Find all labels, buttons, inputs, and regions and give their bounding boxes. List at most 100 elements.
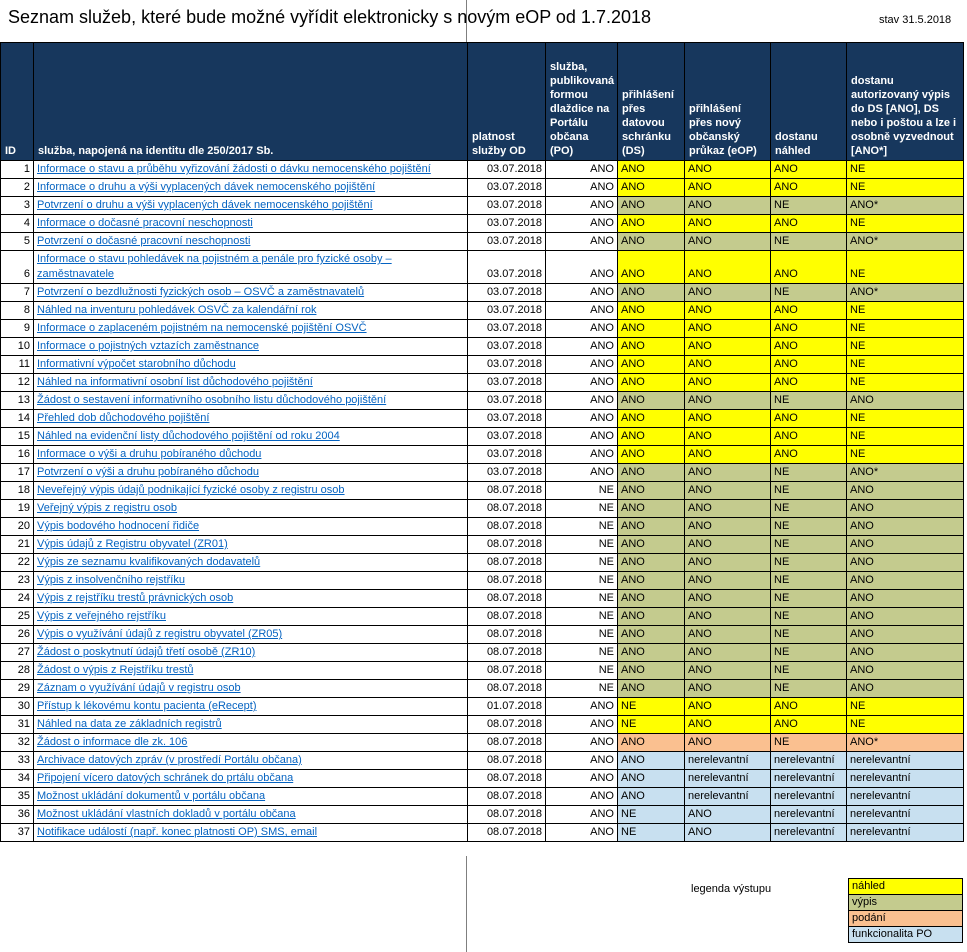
service-link[interactable]: Informace o dočasné pracovní neschopnost…: [37, 217, 253, 229]
ds-cell: ANO: [617, 301, 685, 320]
service-link[interactable]: Informativní výpočet starobního důchodu: [37, 358, 236, 370]
ds-cell: ANO: [617, 337, 685, 356]
service-link[interactable]: Výpis o využívání údajů z registru obyva…: [37, 628, 282, 640]
table-row: 25 Výpis z veřejného rejstříku 08.07.201…: [0, 607, 964, 626]
service-link[interactable]: Informace o výši a druhu pobíraného důch…: [37, 448, 261, 460]
table-row: 18 Neveřejný výpis údajů podnikající fyz…: [0, 481, 964, 500]
column-gridline-bottom: [466, 856, 467, 952]
ds-cell: ANO: [617, 283, 685, 302]
po-cell: ANO: [545, 160, 618, 179]
preview-cell: nerelevantní: [770, 787, 847, 806]
service-link[interactable]: Potvrzení o druhu a výši vyplacených dáv…: [37, 199, 373, 211]
row-id: 34: [0, 769, 34, 788]
row-id: 5: [0, 232, 34, 251]
table-row: 5 Potvrzení o dočasné pracovní neschopno…: [0, 232, 964, 251]
service-link[interactable]: Informace o pojistných vztazích zaměstna…: [37, 340, 259, 352]
preview-cell: ANO: [770, 355, 847, 374]
valid-from-cell: 03.07.2018: [467, 232, 546, 251]
service-link[interactable]: Výpis z insolvenčního rejstříku: [37, 574, 185, 586]
valid-from-cell: 01.07.2018: [467, 697, 546, 716]
service-link[interactable]: Žádost o informace dle zk. 106: [37, 736, 187, 748]
preview-cell: NE: [770, 553, 847, 572]
service-link[interactable]: Přístup k lékovému kontu pacienta (eRece…: [37, 700, 257, 712]
ds-cell: ANO: [617, 178, 685, 197]
service-cell: Žádost o sestavení informativního osobní…: [33, 391, 468, 410]
valid-from-cell: 03.07.2018: [467, 337, 546, 356]
preview-cell: NE: [770, 499, 847, 518]
service-link[interactable]: Veřejný výpis z registru osob: [37, 502, 177, 514]
extract-cell: NE: [846, 445, 964, 464]
table-row: 26 Výpis o využívání údajů z registru ob…: [0, 625, 964, 644]
extract-cell: NE: [846, 409, 964, 428]
service-link[interactable]: Přehled dob důchodového pojištění: [37, 412, 209, 424]
row-id: 28: [0, 661, 34, 680]
service-link[interactable]: Informace o zaplaceném pojistném na nemo…: [37, 322, 367, 334]
legend-label: legenda výstupu: [691, 883, 772, 895]
extract-cell: ANO: [846, 481, 964, 500]
extract-cell: ANO: [846, 391, 964, 410]
eop-cell: ANO: [684, 427, 771, 446]
row-id: 7: [0, 283, 34, 302]
preview-cell: ANO: [770, 319, 847, 338]
extract-cell: NE: [846, 214, 964, 233]
service-link[interactable]: Informace o stavu pohledávek na pojistné…: [37, 253, 392, 280]
eop-cell: ANO: [684, 643, 771, 662]
service-link[interactable]: Potvrzení o bezdlužnosti fyzických osob …: [37, 286, 364, 298]
service-link[interactable]: Náhled na inventuru pohledávek OSVČ za k…: [37, 304, 316, 316]
table-row: 19 Veřejný výpis z registru osob 08.07.2…: [0, 499, 964, 518]
po-cell: ANO: [545, 805, 618, 824]
ds-cell: ANO: [617, 409, 685, 428]
extract-cell: NE: [846, 355, 964, 374]
service-link[interactable]: Výpis ze seznamu kvalifikovaných dodavat…: [37, 556, 260, 568]
service-cell: Informace o stavu a průběhu vyřizování ž…: [33, 160, 468, 179]
eop-cell: ANO: [684, 481, 771, 500]
service-cell: Žádost o poskytnutí údajů třetí osobě (Z…: [33, 643, 468, 662]
preview-cell: ANO: [770, 427, 847, 446]
legend-item: podání: [848, 910, 963, 927]
extract-cell: NE: [846, 250, 964, 284]
service-link[interactable]: Informace o stavu a průběhu vyřizování ž…: [37, 163, 431, 175]
service-link[interactable]: Notifikace událostí (např. konec platnos…: [37, 826, 317, 838]
service-link[interactable]: Žádost o výpis z Rejstříku trestů: [37, 664, 194, 676]
service-link[interactable]: Náhled na data ze základních registrů: [37, 718, 222, 730]
service-link[interactable]: Výpis z veřejného rejstříku: [37, 610, 166, 622]
valid-from-cell: 08.07.2018: [467, 805, 546, 824]
service-link[interactable]: Náhled na informativní osobní list důcho…: [37, 376, 313, 388]
service-link[interactable]: Neveřejný výpis údajů podnikající fyzick…: [37, 484, 345, 496]
ds-cell: NE: [617, 823, 685, 842]
valid-from-cell: 08.07.2018: [467, 715, 546, 734]
row-id: 29: [0, 679, 34, 698]
eop-cell: nerelevantní: [684, 769, 771, 788]
valid-from-cell: 08.07.2018: [467, 733, 546, 752]
row-id: 9: [0, 319, 34, 338]
table-row: 3 Potvrzení o druhu a výši vyplacených d…: [0, 196, 964, 215]
service-link[interactable]: Výpis údajů z Registru obyvatel (ZR01): [37, 538, 228, 550]
preview-cell: NE: [770, 196, 847, 215]
service-link[interactable]: Výpis bodového hodnocení řidiče: [37, 520, 199, 532]
extract-cell: NE: [846, 160, 964, 179]
service-link[interactable]: Žádost o sestavení informativního osobní…: [37, 394, 386, 406]
service-link[interactable]: Informace o druhu a výši vyplacených dáv…: [37, 181, 375, 193]
column-header-extract: dostanu autorizovaný výpis do DS [ANO], …: [846, 42, 964, 161]
preview-cell: NE: [770, 463, 847, 482]
table-row: 7 Potvrzení o bezdlužnosti fyzických oso…: [0, 283, 964, 302]
preview-cell: nerelevantní: [770, 769, 847, 788]
extract-cell: NE: [846, 319, 964, 338]
service-link[interactable]: Připojení vícero datových schránek do pr…: [37, 772, 293, 784]
preview-cell: ANO: [770, 250, 847, 284]
service-link[interactable]: Náhled na evidenční listy důchodového po…: [37, 430, 340, 442]
service-link[interactable]: Možnost ukládání dokumentů v portálu obč…: [37, 790, 265, 802]
row-id: 26: [0, 625, 34, 644]
row-id: 18: [0, 481, 34, 500]
service-link[interactable]: Archivace datových zpráv (v prostředí Po…: [37, 754, 302, 766]
row-id: 10: [0, 337, 34, 356]
service-link[interactable]: Žádost o poskytnutí údajů třetí osobě (Z…: [37, 646, 255, 658]
service-link[interactable]: Potvrzení o dočasné pracovní neschopnost…: [37, 235, 250, 247]
service-link[interactable]: Možnost ukládání vlastních dokladů v por…: [37, 808, 296, 820]
service-link[interactable]: Záznam o využívání údajů v registru osob: [37, 682, 241, 694]
service-link[interactable]: Výpis z rejstříku trestů právnických oso…: [37, 592, 233, 604]
table-row: 4 Informace o dočasné pracovní neschopno…: [0, 214, 964, 233]
table-row: 30 Přístup k lékovému kontu pacienta (eR…: [0, 697, 964, 716]
table-row: 35 Možnost ukládání dokumentů v portálu …: [0, 787, 964, 806]
service-link[interactable]: Potvrzení o výši a druhu pobíraného důch…: [37, 466, 259, 478]
